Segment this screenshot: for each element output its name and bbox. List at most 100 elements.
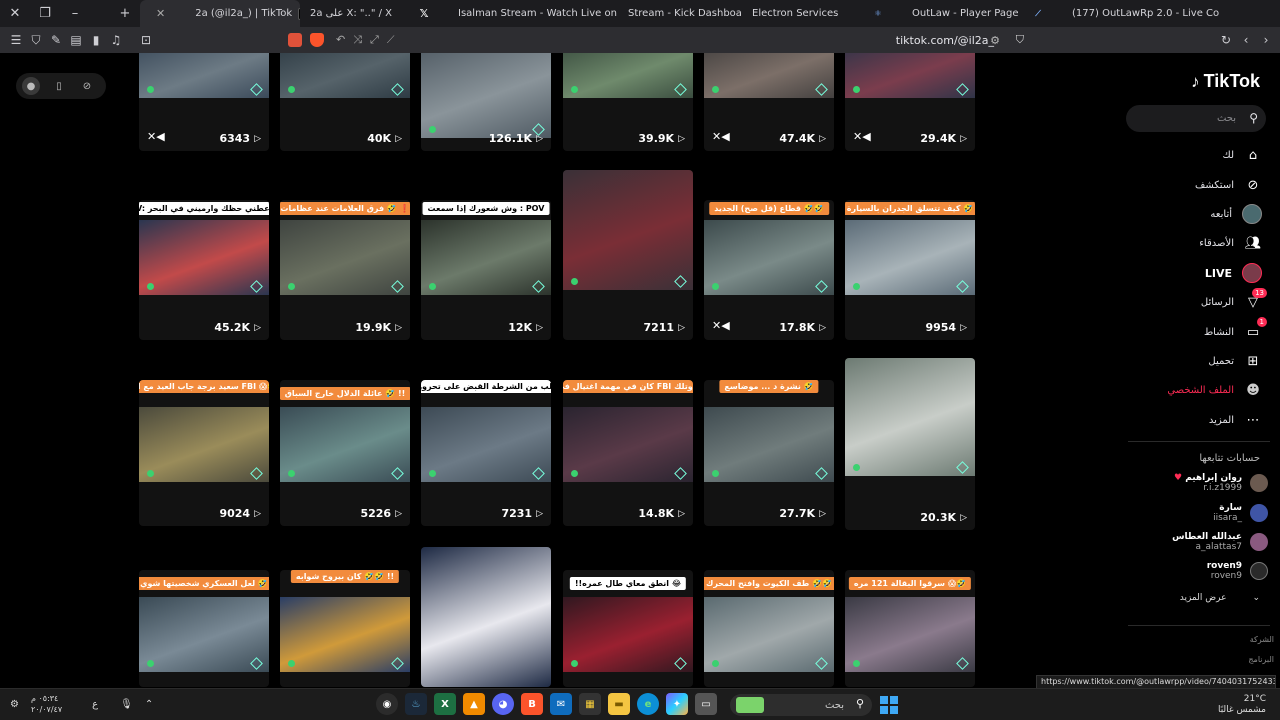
video-card[interactable]: 40K ▷: [280, 53, 410, 151]
tab-electron[interactable]: Electron Services ⚛: [742, 0, 902, 27]
tab-kick-watch[interactable]: Isalman Stream - Watch Live on Kick K: [448, 0, 618, 27]
steam-icon[interactable]: ♨: [405, 693, 427, 715]
obs-icon[interactable]: ◉: [376, 693, 398, 715]
sidebar-item-activity[interactable]: النشاط ▭ 1: [1122, 317, 1267, 346]
video-card[interactable]: نشرة د ... موضاسع 🤣 27.7K ▷: [704, 380, 834, 526]
music-icon[interactable]: ♫: [106, 30, 126, 50]
brave-rewards-icon[interactable]: [310, 33, 324, 47]
search-icon[interactable]: ⚲: [1249, 111, 1258, 125]
video-card[interactable]: 20.3K ▷: [845, 358, 975, 530]
video-card[interactable]: 7211 ▷: [563, 170, 693, 340]
video-card[interactable]: 29.4K ▷ ✕◀: [845, 53, 975, 151]
weather-widget[interactable]: 21°C مشمس غالبًا: [1218, 694, 1266, 716]
settings-icon[interactable]: ⚙: [10, 699, 19, 710]
tab-kick-dashboard[interactable]: Stream - Kick Dashboard K: [618, 0, 742, 27]
shield-icon[interactable]: ⛉: [26, 30, 46, 50]
taskbar-search-input[interactable]: بحث ⚲: [730, 694, 872, 716]
sidebar-item-messages[interactable]: الرسائل ▽ 13: [1122, 287, 1267, 317]
start-windows-icon[interactable]: [880, 696, 898, 714]
vlc-icon[interactable]: ▲: [463, 693, 485, 715]
footer-link[interactable]: البرنامج: [1248, 655, 1274, 664]
video-card[interactable]: عائلة الدلال خارج السباق 🤣 !! 5226 ▷: [280, 380, 410, 526]
video-card[interactable]: ال FBI تطلب من الشرطة القبض على تحرور !!…: [421, 380, 551, 526]
minimize-window-icon[interactable]: –: [60, 0, 90, 27]
window-icon[interactable]: ▭: [695, 693, 717, 715]
following-account[interactable]: ♥ روان إبراهيم r.i.z1999: [1128, 471, 1268, 495]
video-card[interactable]: POV: اعطني حظك وارميني في البحر 😂 45.2K▷: [139, 200, 269, 340]
sidebar-item-explore[interactable]: استكشف ⊘: [1122, 170, 1262, 199]
see-more-button[interactable]: عرض المزيد ⌄: [1180, 593, 1260, 603]
tab-close-icon[interactable]: ✕: [156, 7, 165, 20]
video-card[interactable]: 126.1K ▷: [421, 53, 551, 151]
screenshot-icon[interactable]: ⊡: [136, 30, 156, 50]
tab-x[interactable]: 2a على X: ".." / X 𝕏: [300, 0, 448, 27]
clock[interactable]: ٠٥:٣٤ م ٢٠/٠٧/٤٧: [31, 693, 62, 715]
inbox-icon: ▽ 13: [1244, 287, 1267, 312]
new-tab-icon[interactable]: +: [110, 0, 140, 27]
forward-icon[interactable]: ›: [1256, 30, 1276, 50]
tabs-icon[interactable]: ▤: [66, 30, 86, 50]
muted-icon[interactable]: ✕◀: [712, 130, 730, 143]
video-card[interactable]: [421, 547, 551, 687]
store-icon[interactable]: ▦: [579, 693, 601, 715]
reload-icon[interactable]: ↻: [1216, 30, 1236, 50]
sidebar-item-upload[interactable]: تحميل ⊞: [1122, 347, 1262, 376]
back-icon[interactable]: ‹: [1236, 30, 1256, 50]
bookmark-icon[interactable]: ⛉: [1016, 33, 1024, 47]
restore-window-icon[interactable]: ❐: [30, 0, 60, 27]
menu-icon[interactable]: ☰: [6, 30, 26, 50]
language-indicator[interactable]: ع: [92, 699, 98, 710]
brave-icon[interactable]: B: [521, 693, 543, 715]
footer-link[interactable]: الشركة: [1250, 635, 1274, 644]
sidebar-item-more[interactable]: المزيد ⋯: [1122, 406, 1262, 435]
video-scene: [280, 597, 410, 672]
muted-icon[interactable]: ✕◀: [712, 319, 730, 332]
site-settings-icon[interactable]: ⚙: [990, 34, 1000, 47]
sidebar-item-live[interactable]: LIVE: [1122, 259, 1262, 288]
address-bar[interactable]: ↶⤨⤢⟋ tiktok.com/@il2a_ ⚙ ⛉: [280, 29, 1030, 51]
tab-outlaw-player[interactable]: OutLaw - Player Page ⟋: [902, 0, 1062, 27]
tab-tiktok[interactable]: ✕ 2a (@il2a_) | TikTok ♪: [140, 0, 300, 27]
video-card[interactable]: طف الكيوت وافتح المحرك 🤣🤣: [704, 570, 834, 687]
video-card[interactable]: كيف تتسلق الجدران بالسيارة 🤣 9954 ▷: [845, 200, 975, 340]
close-window-icon[interactable]: ✕: [0, 0, 30, 27]
muted-icon[interactable]: ✕◀: [147, 130, 165, 143]
following-account[interactable]: سارة iisara_: [1128, 501, 1268, 525]
copilot-icon[interactable]: ✦: [666, 693, 688, 715]
microphone-icon[interactable]: 🎙︎: [120, 699, 133, 710]
address-tools-icon[interactable]: ↶⤨⤢⟋: [336, 33, 402, 47]
mail-icon[interactable]: ✉: [550, 693, 572, 715]
edge-icon[interactable]: e: [637, 693, 659, 715]
following-account[interactable]: roven9 roven9: [1128, 559, 1268, 583]
sidebar-item-following[interactable]: أتابعه: [1122, 200, 1262, 229]
chevron-up-icon[interactable]: ⌃: [145, 699, 153, 710]
excel-icon[interactable]: X: [434, 693, 456, 715]
sidebar-item-for-you[interactable]: لك ⌂: [1122, 141, 1262, 170]
sidebar-item-friends[interactable]: الأصدقاء 👥︎: [1122, 229, 1262, 258]
video-card[interactable]: سعيد برجة جاب العيد مع ال FBI 😱🤣 9024▷: [139, 380, 269, 526]
video-card[interactable]: قطاع (قل صح) الجديد 🤣🤣 17.8K ▷ ✕◀: [704, 200, 834, 340]
video-card[interactable]: لعل العسكري شخصيتها شوي 🤣: [139, 570, 269, 687]
tiktok-logo[interactable]: ♪ TikTok: [1191, 71, 1260, 92]
streamer-badge-icon: [712, 470, 719, 477]
play-icon: ▷: [819, 133, 826, 144]
video-card[interactable]: 47.4K ▷ ✕◀: [704, 53, 834, 151]
sidebar-item-profile[interactable]: الملف الشخصي ☻: [1122, 376, 1262, 405]
discord-icon[interactable]: ◕: [492, 693, 514, 715]
muted-icon[interactable]: ✕◀: [853, 130, 871, 143]
video-card[interactable]: سرقوا البقالة 121 مره 😱🤣: [845, 570, 975, 687]
brave-shield-icon[interactable]: [288, 33, 302, 47]
sidebar-icon[interactable]: ▮: [86, 30, 106, 50]
video-card[interactable]: 6343 ▷ ✕◀: [139, 53, 269, 151]
pen-icon[interactable]: ✎: [46, 30, 66, 50]
folder-icon[interactable]: ▬: [608, 693, 630, 715]
tab-outlaw-console[interactable]: (177) OutLawRp 2.0 - Live Console K: [1062, 0, 1220, 27]
video-card[interactable]: !!انطق معاي طال عمره 😂: [563, 570, 693, 687]
video-card[interactable]: كان بيروح شوابه 🤣🤣 !!: [280, 570, 410, 687]
video-card[interactable]: وش شعورك إذا سمعت : POV 12K ▷: [421, 200, 551, 340]
video-card[interactable]: فرق العلامات عند عظامات 🤣 ❗ 19.9K ▷: [280, 200, 410, 340]
video-card[interactable]: كان في مهمة اغتيال في سجن FBI وتلك... 😱 …: [563, 380, 693, 526]
video-card[interactable]: 39.9K ▷: [563, 53, 693, 151]
following-account[interactable]: عبدالله العطاس a_alattas7: [1128, 530, 1268, 554]
search-input[interactable]: بحث ⚲: [1126, 105, 1266, 132]
